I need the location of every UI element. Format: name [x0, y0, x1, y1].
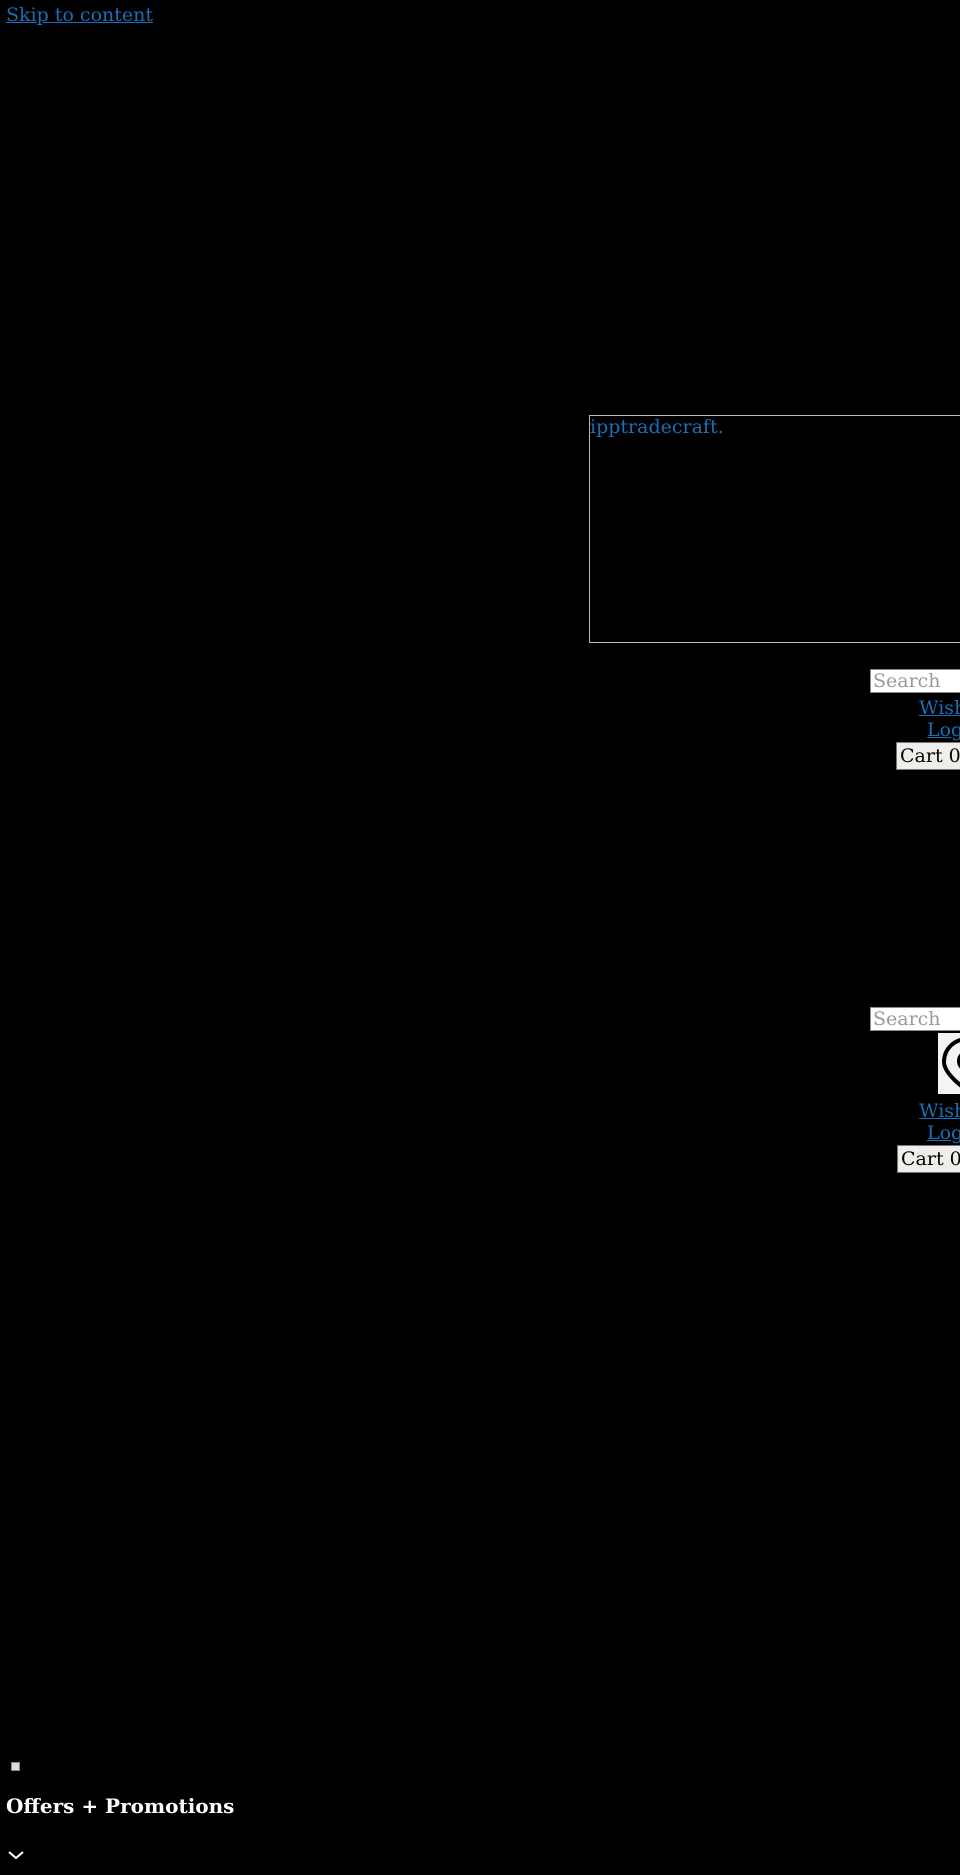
offers-promotions-heading: Offers + Promotions: [6, 1794, 235, 1818]
search-input[interactable]: [870, 669, 960, 693]
logo-container: ipptradecraft.: [589, 415, 960, 643]
chevron-down-icon[interactable]: [7, 1844, 25, 1866]
store-locator-button[interactable]: [938, 1033, 960, 1094]
mobile-login-link[interactable]: Login: [927, 1122, 960, 1144]
mobile-cart-button[interactable]: Cart 0: [897, 1145, 960, 1173]
mobile-search-input[interactable]: [870, 1007, 960, 1031]
skip-to-content-link[interactable]: Skip to content: [6, 4, 153, 26]
wishlist-link[interactable]: Wishlist: [919, 697, 960, 719]
mobile-wishlist-link[interactable]: Wishlist: [919, 1100, 960, 1122]
login-link[interactable]: Login: [927, 719, 960, 741]
map-pin-icon: [941, 1038, 960, 1088]
broken-image-icon: [11, 1762, 20, 1771]
cart-button[interactable]: Cart 0: [896, 742, 960, 770]
logo-link[interactable]: ipptradecraft.: [590, 416, 960, 438]
